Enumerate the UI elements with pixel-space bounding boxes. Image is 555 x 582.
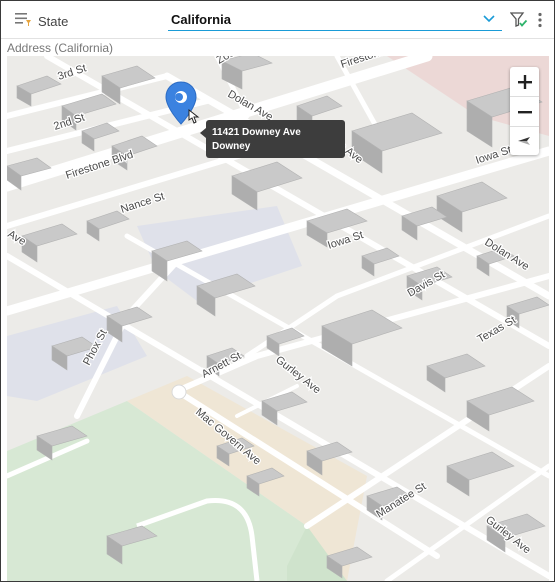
- map-title: Address (California): [7, 41, 114, 55]
- zoom-out-button[interactable]: [510, 96, 539, 127]
- more-options-icon[interactable]: [537, 12, 543, 28]
- minus-icon: [517, 110, 532, 113]
- map-controls: [510, 67, 539, 155]
- location-pin-icon[interactable]: [164, 80, 202, 130]
- filter-funnel-icon[interactable]: [510, 11, 528, 29]
- compass-icon: [517, 136, 530, 145]
- state-filter-label: State: [38, 14, 69, 29]
- state-dropdown[interactable]: California: [168, 9, 502, 31]
- filter-bar: State California: [1, 1, 554, 39]
- roundabout: [171, 384, 187, 400]
- zoom-in-button[interactable]: [510, 67, 539, 96]
- plus-icon: [517, 74, 532, 89]
- street-label: Iowa St: [326, 229, 365, 252]
- street-label: Gurley Ave: [273, 354, 323, 396]
- address-tooltip: 11421 Downey Ave Downey: [200, 120, 345, 158]
- filter-list-icon: [15, 13, 31, 26]
- map-widget: State California Address (California) 3r…: [0, 0, 555, 582]
- state-dropdown-value: California: [171, 12, 231, 27]
- street-label: Nance St: [119, 190, 166, 215]
- tooltip-address-line: 11421 Downey Ave: [212, 127, 301, 138]
- compass-button[interactable]: [510, 126, 539, 155]
- chevron-down-icon: [483, 15, 495, 23]
- tooltip-city-line: Downey: [212, 141, 251, 152]
